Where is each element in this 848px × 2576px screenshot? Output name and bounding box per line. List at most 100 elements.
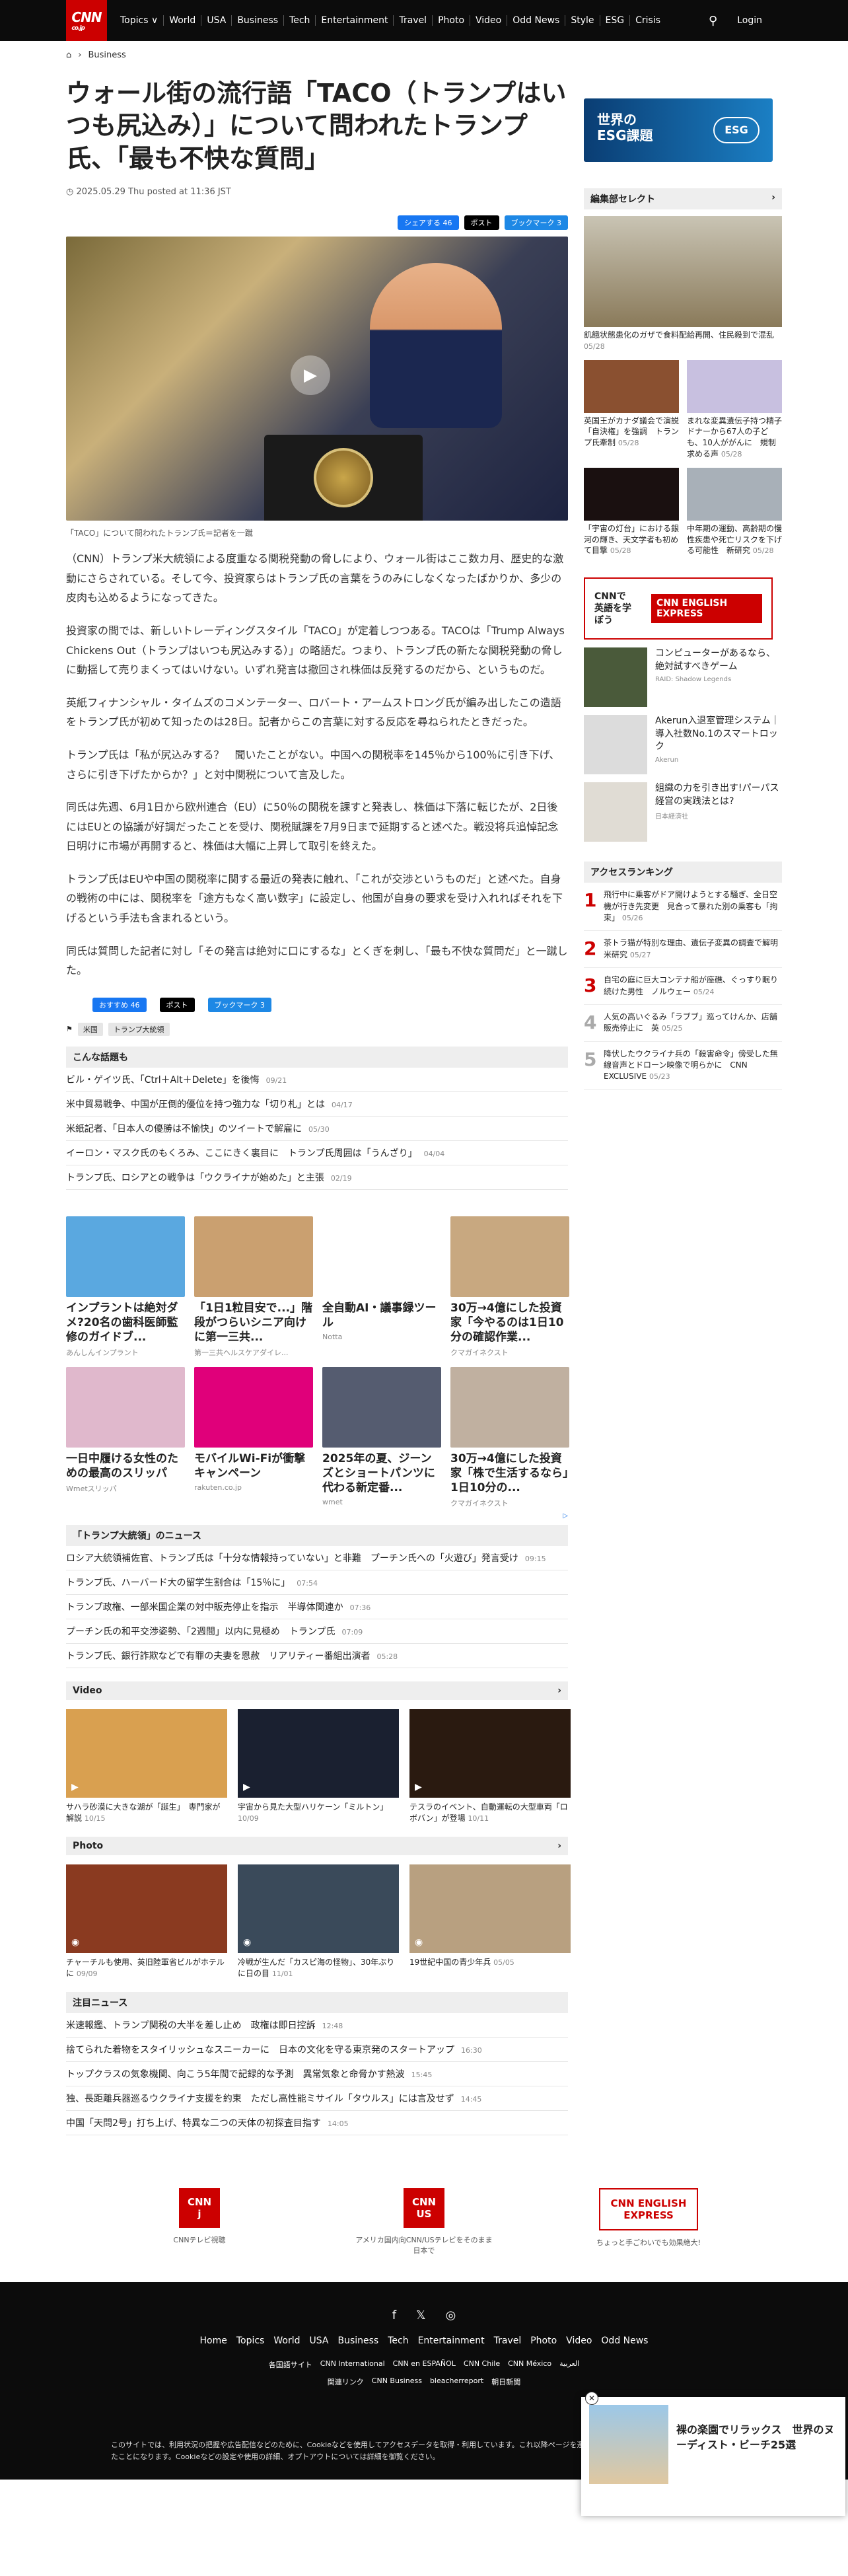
editors-main-story[interactable]: 飢餓状態患化のガザで食料配給再開、住民殺到で混乱 05/28	[584, 216, 782, 352]
ad-card[interactable]: 2025年の夏、ジーンズとショートパンツに代わる新定番... wmet	[322, 1367, 441, 1508]
list-item[interactable]: 米紙記者、「日本人の優勝は不愉快」のツイートで解雇に 05/30	[66, 1117, 568, 1141]
close-icon[interactable]: ✕	[585, 2392, 598, 2405]
ranking-item[interactable]: 1 飛行中に乗客がドア開けようとする騒ぎ、全日空機が行き先変更 見合って暴れた別の…	[584, 883, 782, 932]
ad-card[interactable]: インプラントは絶対ダメ?20名の歯科医師監修のガイドブ... あんしんインプラント	[66, 1216, 185, 1358]
cnn-logo[interactable]: CNN co.jp	[66, 0, 107, 41]
hero-video[interactable]: ▶	[66, 237, 568, 521]
nav-item[interactable]: Travel	[394, 15, 433, 26]
ad-card[interactable]: 全自動AI・議事録ツール Notta	[322, 1216, 441, 1358]
nav-item[interactable]: World	[164, 15, 202, 26]
sponsored-item[interactable]: 組織の力を引き出す!パーパス経営の実践法とは? 日本経済社	[584, 782, 782, 842]
list-item[interactable]: 中国「天問2号」打ち上げ、特異な二つの天体の初探査目指す 14:05	[66, 2111, 568, 2136]
footer-nav-item[interactable]: Home	[200, 2336, 227, 2346]
footer-nav-item[interactable]: Business	[337, 2336, 378, 2346]
list-item[interactable]: 独、長距離兵器巡るウクライナ支援を約束 ただし高性能ミサイル「タウルス」には言及…	[66, 2086, 568, 2112]
ad-card[interactable]: 30万→4億にした投資家「株で生活するなら」1日10分の... クマガイネクスト	[450, 1367, 569, 1508]
sponsored-item[interactable]: Akerun入退室管理システム｜導入社数No.1のスマートロック Akerun	[584, 715, 782, 775]
nav-item[interactable]: USA	[201, 15, 232, 26]
hatena-bookmark-button-bottom[interactable]: ブックマーク 3	[207, 997, 271, 1012]
search-icon[interactable]: ⚲	[709, 14, 717, 28]
x-post-button-bottom[interactable]: ポスト	[159, 997, 195, 1012]
tag[interactable]: トランプ大統領	[108, 1022, 170, 1036]
footer-nav-item[interactable]: Video	[566, 2336, 592, 2346]
list-item[interactable]: プーチン氏の和平交渉姿勢、「2週間」以内に見極め トランプ氏 07:09	[66, 1619, 568, 1644]
sponsored-item[interactable]: コンピューターがあるなら、絶対試すべきゲーム RAID: Shadow Legen…	[584, 647, 782, 708]
editors-story[interactable]: まれな変異遺伝子持つ精子ドナーから67人の子ども、10人ががんに 規制求める声 …	[687, 359, 782, 468]
ad-choice-icon[interactable]: ▷	[66, 1512, 568, 1520]
footer-nav-item[interactable]: Topics	[236, 2336, 265, 2346]
footer-link[interactable]: CNN México	[508, 2359, 551, 2370]
nav-item[interactable]: Odd News	[507, 15, 566, 26]
footer-nav-item[interactable]: Odd News	[601, 2336, 648, 2346]
list-item[interactable]: ロシア大統領補佐官、トランプ氏は「十分な情報持っていない」と非難 プーチン氏への…	[66, 1546, 568, 1571]
nav-item[interactable]: Video	[470, 15, 508, 26]
video-card[interactable]: ▶ テスラのイベント、自動運転の大型車両「ロボバン」が登場 10/11	[409, 1709, 571, 1823]
footer-link[interactable]: العربية	[559, 2359, 579, 2370]
nav-item[interactable]: ESG	[600, 15, 631, 26]
recommend-popup[interactable]: ✕ 裸の楽園でリラックス 世界のヌーディスト・ビーチ25選	[581, 2392, 845, 2516]
ad-card[interactable]: 30万→4億にした投資家「今やるのは1日10分の確認作業... クマガイネクスト	[450, 1216, 569, 1358]
nav-item[interactable]: Topics ∨	[115, 15, 164, 26]
video-card[interactable]: ▶ 宇宙から見た大型ハリケーン「ミルトン」 10/09	[238, 1709, 399, 1823]
footer-nav-item[interactable]: Tech	[388, 2336, 408, 2346]
list-item[interactable]: トランプ氏、銀行詐欺などで有罪の夫妻を恩赦 リアリティー番組出演者 05:28	[66, 1644, 568, 1669]
footer-ad[interactable]: CNN US アメリカ国内向CNN/USテレビをそのまま日本で	[355, 2188, 493, 2256]
video-heading[interactable]: Video ›	[66, 1681, 568, 1701]
nav-item[interactable]: Crisis	[630, 15, 666, 26]
footer-nav-item[interactable]: Photo	[530, 2336, 557, 2346]
nav-item[interactable]: Style	[565, 15, 600, 26]
footer-nav-item[interactable]: USA	[309, 2336, 328, 2346]
footer-nav-item[interactable]: Travel	[494, 2336, 522, 2346]
esg-ad-banner[interactable]: 世界の ESG課題 ESG	[584, 98, 773, 162]
list-item[interactable]: トランプ氏、ハーバード大の留学生割合は「15％に」 07:54	[66, 1570, 568, 1596]
login-link[interactable]: Login	[737, 15, 762, 26]
list-item[interactable]: トランプ政権、一部米国企業の対中販売停止を指示 半導体関連か 07:36	[66, 1595, 568, 1620]
footer-link[interactable]: CNN Business	[372, 2376, 422, 2387]
editors-story[interactable]: 「宇宙の灯台」における銀河の輝き、天文学者も初めて目撃 05/28	[584, 467, 679, 564]
footer-link[interactable]: CNN International	[320, 2359, 385, 2370]
ranking-item[interactable]: 2 茶トラ猫が特別な理由、遺伝子変異の調査で解明 米研究 05/27	[584, 931, 786, 969]
list-item[interactable]: 米速報鑑、トランプ関税の大半を差し止め 政権は即日控訴 12:48	[66, 2013, 568, 2038]
photo-heading[interactable]: Photo ›	[66, 1837, 568, 1856]
list-item[interactable]: トップクラスの気象機関、向こう5年間で記録的な予測 異常気象と命脅かす熱波 15:…	[66, 2062, 568, 2087]
x-post-button[interactable]: ポスト	[464, 215, 499, 231]
list-item[interactable]: イーロン・マスク氏のもくろみ、ここにきく裏目に トランプ氏周囲は「うんざり」 04…	[66, 1141, 568, 1165]
nav-item[interactable]: Entertainment	[316, 15, 394, 26]
editors-story[interactable]: 英国王がカナダ議会で演説「自決権」を強調 トランプ氏牽制 05/28	[584, 359, 679, 468]
home-icon[interactable]: ⌂	[66, 50, 71, 60]
footer-ad[interactable]: CNN j CNNテレビ視聴	[130, 2188, 269, 2256]
footer-ad[interactable]: CNN ENGLISH EXPRESS ちょっと手ごわいでも効果絶大!	[579, 2188, 718, 2256]
tag[interactable]: 米国	[77, 1022, 103, 1036]
facebook-share-button[interactable]: シェアする 46	[398, 215, 459, 231]
footer-link[interactable]: CNN en ESPAÑOL	[393, 2359, 456, 2370]
breadcrumb-business[interactable]: Business	[88, 50, 125, 60]
list-item[interactable]: 捨てられた着物をスタイリッシュなスニーカーに 日本の文化を守る東京発のスタートア…	[66, 2038, 568, 2063]
hatena-bookmark-button[interactable]: ブックマーク 3	[504, 215, 568, 231]
photo-card[interactable]: ◉ 19世紀中国の青少年兵 05/05	[409, 1864, 571, 1979]
footer-link[interactable]: CNN Chile	[464, 2359, 500, 2370]
ranking-item[interactable]: 3 自宅の庭に巨大コンテナ船が座礁、ぐっすり眠り続けた男性 ノルウェー 05/24	[584, 968, 782, 1005]
chevron-right-icon[interactable]: ›	[557, 1841, 561, 1851]
photo-card[interactable]: ◉ チャーチルも使用、英旧陸軍省ビルがホテルに 09/09	[66, 1864, 227, 1979]
instagram-icon[interactable]: ◎	[446, 2308, 456, 2322]
ranking-item[interactable]: 4 人気の高いぐるみ「ラブブ」巡ってけんか、店舗販売停止に 英 05/25	[584, 1005, 782, 1042]
list-item[interactable]: トランプ氏、ロシアとの戦争は「ウクライナが始めた」と主張 02/19	[66, 1165, 568, 1190]
nav-item[interactable]: Photo	[433, 15, 471, 26]
english-express-ad[interactable]: CNNで 英語を学ぼう CNN ENGLISH EXPRESS	[584, 577, 773, 640]
ad-card[interactable]: 「1日1粒目安で...」階段がつらいシニア向けに第一三共... 第一三共ヘルスケア…	[194, 1216, 313, 1358]
nav-item[interactable]: Business	[232, 15, 285, 26]
ranking-item[interactable]: 5 降伏したウクライナ兵の「殺害命令」傍受した無線音声とドローン映像で明らかに C…	[584, 1042, 782, 1090]
x-icon[interactable]: 𝕏	[416, 2308, 426, 2322]
footer-link[interactable]: 朝日新聞	[491, 2376, 520, 2387]
facebook-icon[interactable]: f	[392, 2308, 396, 2322]
ad-card[interactable]: モバイルWi-Fiが衝撃キャンペーン rakuten.co.jp	[194, 1367, 313, 1508]
footer-nav-item[interactable]: World	[273, 2336, 300, 2346]
list-item[interactable]: ビル・ゲイツ氏、「Ctrl＋Alt＋Delete」を後悔 09/21	[66, 1068, 568, 1092]
video-card[interactable]: ▶ サハラ砂漠に大きな湖が「誕生」 専門家が解説 10/15	[66, 1709, 227, 1823]
editors-story[interactable]: 中年期の運動、高齢期の慢性疾患や死亡リスクを下げる可能性 新研究 05/28	[687, 467, 782, 564]
footer-nav-item[interactable]: Entertainment	[418, 2336, 485, 2346]
footer-link[interactable]: bleacherreport	[430, 2376, 483, 2387]
list-item[interactable]: 米中貿易戦争、中国が圧倒的優位を持つ強力な「切り札」とは 04/17	[66, 1092, 568, 1117]
chevron-right-icon[interactable]: ›	[771, 192, 775, 205]
editors-select-heading[interactable]: 編集部セレクト ›	[584, 188, 782, 209]
